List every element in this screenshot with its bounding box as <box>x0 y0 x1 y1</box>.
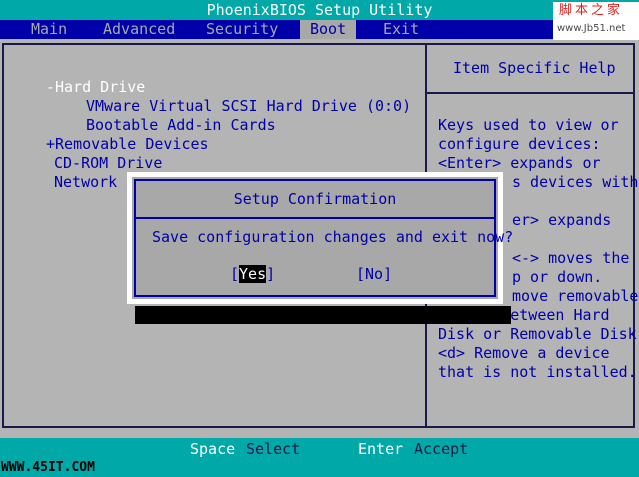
help-title-divider <box>427 92 635 94</box>
help-line: Keys used to view or <box>438 116 619 134</box>
app-title: PhoenixBIOS Setup Utility <box>206 1 433 19</box>
help-line: configure devices: <box>438 135 601 153</box>
no-button[interactable]: [No] <box>356 265 392 283</box>
boot-item-hard-drive[interactable]: -Hard Drive <box>46 78 145 96</box>
help-line: that is not installed. <box>438 363 637 381</box>
yes-label: Yes <box>239 265 267 283</box>
dialog-message: Save configuration changes and exit now? <box>152 228 514 246</box>
menu-exit[interactable]: Exit <box>383 20 419 39</box>
help-line: <Enter> expands or <box>438 154 601 172</box>
boot-item-addin-cards[interactable]: Bootable Add-in Cards <box>86 116 276 134</box>
menu-advanced[interactable]: Advanced <box>103 20 175 39</box>
menu-bar: Main Advanced Security Boot Exit <box>0 20 639 39</box>
dialog-inner-frame: Setup Confirmation Save configuration ch… <box>134 179 513 297</box>
dialog-shadow <box>135 306 511 324</box>
title-bar: PhoenixBIOS Setup Utility <box>0 0 639 20</box>
boot-item-cdrom[interactable]: CD-ROM Drive <box>54 154 162 172</box>
menu-main[interactable]: Main <box>31 20 67 39</box>
boot-item-removable[interactable]: +Removable Devices <box>46 135 209 153</box>
help-line: s devices with <box>512 173 639 191</box>
watermark-chinese: 脚本之家 <box>559 3 624 18</box>
dialog-title: Setup Confirmation <box>233 190 397 208</box>
boot-item-network[interactable]: Network b <box>54 173 135 191</box>
boot-item-vmware-disk[interactable]: VMware Virtual SCSI Hard Drive (0:0) <box>86 97 411 115</box>
help-line: p or down. <box>512 268 603 286</box>
space-action-label: Select <box>246 440 301 458</box>
yes-bracket-left: [ <box>230 265 240 283</box>
help-title: Item Specific Help <box>453 59 616 77</box>
help-line: Disk or Removable Disk <box>438 325 637 343</box>
dialog-separator <box>136 217 494 219</box>
menu-boot[interactable]: Boot <box>300 20 357 39</box>
site-watermark: WWW.45IT.COM <box>1 460 95 475</box>
yes-button[interactable]: [Yes] <box>230 265 275 283</box>
enter-action-label: Accept <box>414 440 469 458</box>
space-key-label: Space <box>190 440 236 458</box>
watermark-url: www.Jb51.net <box>557 23 626 34</box>
watermark: 脚本之家 www.Jb51.net <box>553 2 639 40</box>
help-line: er> expands <box>512 211 612 229</box>
enter-key-label: Enter <box>358 440 404 458</box>
menu-security[interactable]: Security <box>206 20 278 39</box>
bottom-key-bar: Space Select Enter Accept WWW.45IT.COM <box>0 438 639 477</box>
help-line: move removable <box>512 287 639 305</box>
help-line: <-> moves the <box>512 249 630 267</box>
help-line: <d> Remove a device <box>438 344 610 362</box>
setup-confirmation-dialog: Setup Confirmation Save configuration ch… <box>127 172 513 304</box>
yes-bracket-right: ] <box>266 265 276 283</box>
